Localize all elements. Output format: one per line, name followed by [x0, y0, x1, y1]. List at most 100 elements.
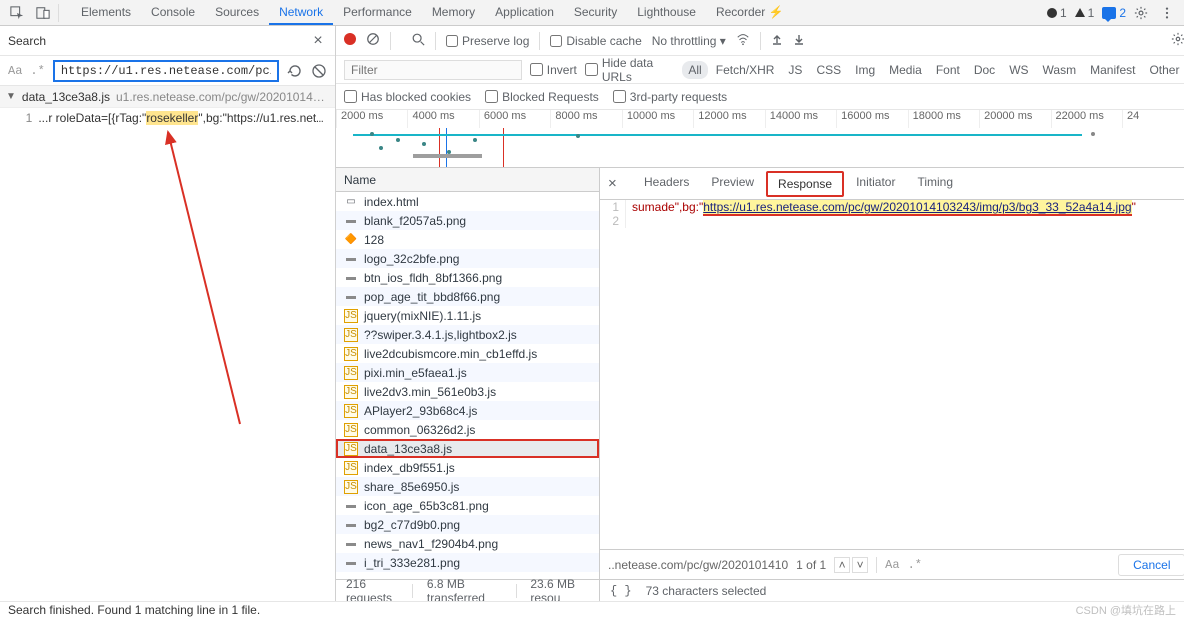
detail-tab-preview[interactable]: Preview — [701, 171, 764, 197]
type-filter-other[interactable]: Other — [1143, 61, 1184, 79]
export-har-icon[interactable] — [793, 33, 805, 48]
type-filter-css[interactable]: CSS — [810, 61, 847, 79]
find-query[interactable]: ..netease.com/pc/gw/20201014103243/img/p… — [608, 558, 788, 572]
request-row[interactable]: JS??swiper.3.4.1.js,lightbox2.js — [336, 325, 599, 344]
request-row[interactable]: 🔶128 — [336, 230, 599, 249]
detail-tab-response[interactable]: Response — [766, 171, 844, 197]
tab-elements[interactable]: Elements — [71, 0, 141, 25]
tab-console[interactable]: Console — [141, 0, 205, 25]
request-row[interactable]: JSindex_db9f551.js — [336, 458, 599, 477]
disable-cache-checkbox[interactable]: Disable cache — [550, 34, 641, 48]
name-column-header[interactable]: Name — [336, 168, 599, 192]
filter-input[interactable] — [344, 60, 522, 80]
timeline-overview[interactable]: 2000 ms4000 ms6000 ms8000 ms10000 ms1200… — [336, 110, 1184, 168]
refresh-icon[interactable] — [287, 63, 303, 79]
resources-size: 23.6 MB resou — [530, 577, 589, 602]
detail-tab-headers[interactable]: Headers — [634, 171, 699, 197]
panel-settings-gear-icon[interactable] — [1171, 32, 1184, 49]
search-icon[interactable] — [411, 32, 425, 49]
third-party-checkbox[interactable]: 3rd-party requests — [613, 90, 727, 104]
hide-data-urls-checkbox[interactable]: Hide data URLs — [585, 56, 675, 84]
request-row[interactable]: ▬logo_32c2bfe.png — [336, 249, 599, 268]
find-regex[interactable]: .* — [908, 558, 922, 572]
tab-memory[interactable]: Memory — [422, 0, 485, 25]
warning-badge[interactable]: 1 — [1075, 6, 1095, 20]
request-row[interactable]: JSlive2dv3.min_561e0b3.js — [336, 382, 599, 401]
invert-checkbox[interactable]: Invert — [530, 63, 577, 77]
type-filter-fetch-xhr[interactable]: Fetch/XHR — [710, 61, 781, 79]
error-badge[interactable]: 1 — [1047, 6, 1067, 20]
type-filter-wasm[interactable]: Wasm — [1037, 61, 1083, 79]
device-toggle-icon[interactable] — [32, 2, 54, 24]
network-conditions-icon[interactable] — [736, 32, 750, 49]
more-vert-icon[interactable] — [1156, 2, 1178, 24]
type-filter-ws[interactable]: WS — [1003, 61, 1034, 79]
request-row[interactable]: JSjquery(mixNIE).1.11.js — [336, 306, 599, 325]
type-filter-manifest[interactable]: Manifest — [1084, 61, 1141, 79]
tab-recorder[interactable]: Recorder ⚡ — [706, 0, 794, 25]
request-row[interactable]: JSpixi.min_e5faea1.js — [336, 363, 599, 382]
request-row[interactable]: ▬bg2_c77d9b0.png — [336, 515, 599, 534]
search-result-line[interactable]: 1 ...r roleData=[{rTag:"rosekeller",bg:"… — [0, 108, 335, 128]
timeline-tick: 18000 ms — [908, 110, 979, 128]
request-row[interactable]: ▬icon_age_65b3c81.png — [336, 496, 599, 515]
close-icon[interactable]: × — [309, 32, 327, 50]
cancel-button[interactable]: Cancel — [1118, 554, 1184, 576]
timeline-tick: 2000 ms — [336, 110, 407, 128]
blocked-requests-checkbox[interactable]: Blocked Requests — [485, 90, 599, 104]
request-row[interactable]: ▬blank_f2057a5.png — [336, 211, 599, 230]
request-row[interactable]: JSAPlayer2_93b68c4.js — [336, 401, 599, 420]
request-row[interactable]: ▭index.html — [336, 192, 599, 211]
has-blocked-cookies-checkbox[interactable]: Has blocked cookies — [344, 90, 471, 104]
request-name: share_85e6950.js — [364, 480, 459, 494]
settings-gear-icon[interactable] — [1130, 2, 1152, 24]
tab-performance[interactable]: Performance — [333, 0, 422, 25]
search-input[interactable] — [53, 60, 279, 82]
type-filter-doc[interactable]: Doc — [968, 61, 1001, 79]
braces-icon[interactable]: { } — [610, 584, 632, 598]
search-result-file[interactable]: ▼ data_13ce3a8.js u1.res.netease.com/pc/… — [0, 86, 335, 108]
request-row[interactable]: JSlive2dcubismcore.min_cb1effd.js — [336, 344, 599, 363]
type-filter-img[interactable]: Img — [849, 61, 881, 79]
inspect-icon[interactable] — [6, 2, 28, 24]
clear-log-icon[interactable] — [366, 32, 380, 49]
request-row[interactable]: ▬i_tri_333e281.png — [336, 553, 599, 572]
request-name: index_db9f551.js — [364, 461, 455, 475]
request-row[interactable]: ▬btn_ios_fldh_8bf1366.png — [336, 268, 599, 287]
message-badge[interactable]: 2 — [1102, 6, 1126, 20]
response-body[interactable]: 1 sumade",bg:"https://u1.res.netease.com… — [600, 200, 1184, 549]
request-row[interactable]: JSdata_13ce3a8.js — [336, 439, 599, 458]
detail-tab-timing[interactable]: Timing — [907, 171, 963, 197]
import-har-icon[interactable] — [771, 33, 783, 48]
request-row[interactable]: JSshare_85e6950.js — [336, 477, 599, 496]
type-filter-all[interactable]: All — [682, 61, 707, 79]
find-next-icon[interactable]: ˅ — [852, 557, 868, 573]
line-number: 2 — [600, 214, 626, 228]
clear-icon[interactable] — [311, 63, 327, 79]
request-name: blank_f2057a5.png — [364, 214, 466, 228]
type-filter-group: AllFetch/XHRJSCSSImgMediaFontDocWSWasmMa… — [682, 61, 1184, 79]
request-row[interactable]: ▬pop_age_tit_bbd8f66.png — [336, 287, 599, 306]
match-case-toggle[interactable]: Aa — [8, 64, 22, 78]
throttling-select[interactable]: No throttling ▾ — [652, 34, 726, 48]
type-filter-js[interactable]: JS — [782, 61, 808, 79]
request-name: common_06326d2.js — [364, 423, 475, 437]
preserve-log-checkbox[interactable]: Preserve log — [446, 34, 529, 48]
tab-network[interactable]: Network — [269, 0, 333, 25]
tab-lighthouse[interactable]: Lighthouse — [627, 0, 706, 25]
request-row[interactable]: JScommon_06326d2.js — [336, 420, 599, 439]
tab-sources[interactable]: Sources — [205, 0, 269, 25]
request-row[interactable]: ▬news_nav1_f2904b4.png — [336, 534, 599, 553]
close-detail-icon[interactable]: × — [608, 175, 622, 192]
tab-security[interactable]: Security — [564, 0, 627, 25]
find-prev-icon[interactable]: ˄ — [834, 557, 850, 573]
find-match-case[interactable]: Aa — [885, 558, 899, 572]
tab-application[interactable]: Application — [485, 0, 564, 25]
record-button[interactable] — [344, 33, 356, 48]
timeline-tick: 10000 ms — [622, 110, 693, 128]
type-filter-media[interactable]: Media — [883, 61, 928, 79]
type-filter-font[interactable]: Font — [930, 61, 966, 79]
regex-toggle[interactable]: .* — [30, 64, 44, 78]
detail-tab-initiator[interactable]: Initiator — [846, 171, 905, 197]
line-number: 1 — [600, 200, 626, 214]
